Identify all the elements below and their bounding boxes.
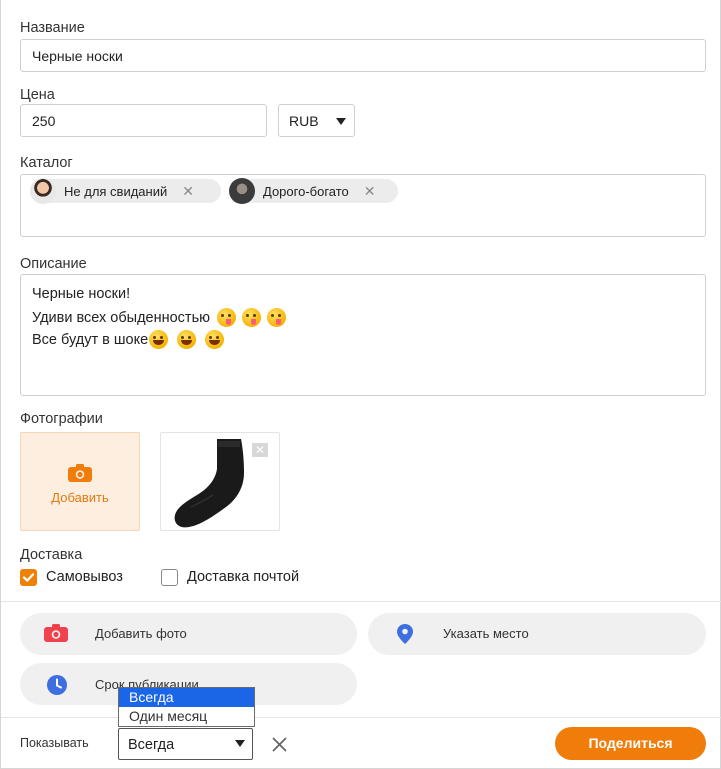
close-icon[interactable]: ✕: [182, 184, 194, 198]
visibility-select-value: Всегда: [128, 737, 175, 753]
map-pin-icon: [397, 624, 413, 644]
camera-icon: [44, 624, 68, 642]
set-place-button-label: Указать место: [443, 626, 529, 641]
chip-avatar: [229, 178, 255, 204]
show-label: Показывать: [20, 736, 89, 750]
price-input-value: 250: [32, 113, 56, 129]
camera-icon: [68, 464, 92, 482]
dropdown-caret-icon: [336, 118, 346, 125]
catalog-chip: Не для свиданий ✕: [30, 178, 221, 204]
close-icon[interactable]: ✕: [252, 443, 268, 457]
share-button[interactable]: Поделиться: [555, 727, 706, 760]
price-input[interactable]: 250: [20, 104, 267, 137]
emoji-wink-icon: [242, 308, 262, 327]
set-place-button[interactable]: Указать место: [368, 613, 706, 655]
price-label: Цена: [20, 87, 55, 103]
currency-select-value: RUB: [289, 113, 319, 129]
emoji-wink-icon: [217, 308, 237, 327]
dropdown-option-always[interactable]: Всегда: [119, 688, 254, 707]
currency-select[interactable]: RUB: [278, 104, 355, 137]
checkmark-icon: [22, 573, 35, 582]
close-icon[interactable]: ✕: [364, 184, 376, 198]
photos-label: Фотографии: [20, 411, 103, 427]
product-form-dialog: Название Черные носки Цена 250 RUB Катал…: [0, 0, 721, 769]
description-line-text: Все будут в шоке: [32, 331, 149, 348]
add-photo-tile-label: Добавить: [51, 490, 109, 505]
divider: [1, 601, 721, 602]
chip-label: Дорого-богато: [263, 183, 349, 199]
name-label: Название: [20, 20, 85, 36]
clock-icon: [47, 675, 67, 695]
dropdown-caret-icon: [235, 740, 245, 747]
emoji-smile-icon: [205, 330, 225, 349]
add-photo-button-label: Добавить фото: [95, 626, 187, 641]
name-input[interactable]: Черные носки: [20, 39, 706, 72]
close-icon[interactable]: [272, 737, 287, 752]
catalog-label: Каталог: [20, 155, 73, 171]
emoji-smile-icon: [177, 330, 197, 349]
pickup-checkbox[interactable]: [20, 569, 37, 586]
catalog-chip: Дорого-богато ✕: [229, 178, 398, 204]
chip-label: Не для свиданий: [64, 183, 168, 199]
description-line-text: Черные носки!: [32, 286, 131, 302]
name-input-value: Черные носки: [32, 48, 123, 64]
photo-thumbnail[interactable]: ✕: [160, 432, 280, 531]
description-line: Все будут в шоке: [32, 330, 225, 349]
description-line: Удиви всех обыденностью: [32, 308, 287, 327]
add-photo-button[interactable]: Добавить фото: [20, 613, 357, 655]
pickup-label: Самовывоз: [46, 569, 123, 585]
chip-avatar: [30, 178, 56, 204]
add-photo-tile[interactable]: Добавить: [20, 432, 140, 531]
emoji-smile-icon: [149, 330, 169, 349]
mail-delivery-label: Доставка почтой: [187, 569, 300, 585]
visibility-dropdown-list: Всегда Один месяц: [118, 687, 255, 727]
dropdown-option-one-month[interactable]: Один месяц: [119, 707, 254, 726]
description-line: Черные носки!: [32, 286, 130, 302]
divider: [1, 717, 721, 718]
emoji-wink-icon: [267, 308, 287, 327]
mail-delivery-checkbox[interactable]: [161, 569, 178, 586]
description-label: Описание: [20, 256, 87, 272]
sock-image: [174, 439, 244, 528]
visibility-select[interactable]: Всегда: [118, 728, 253, 760]
description-line-text: Удиви всех обыденностью: [32, 309, 211, 326]
delivery-label: Доставка: [20, 547, 83, 563]
